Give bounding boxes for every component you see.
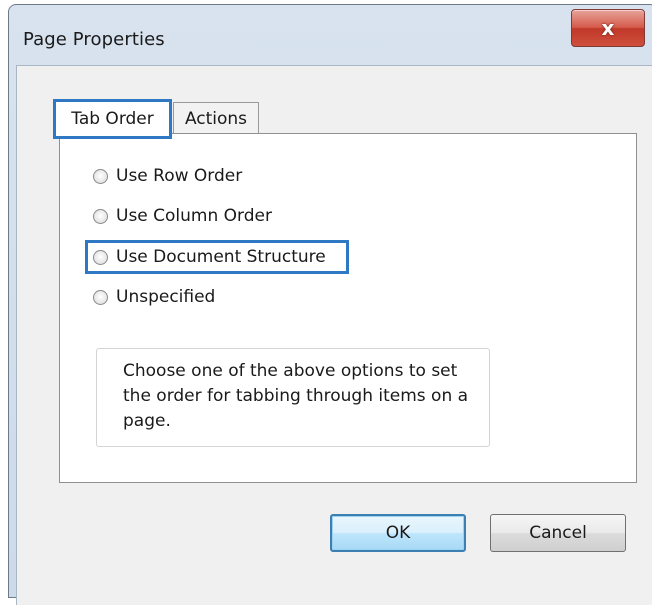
help-text-box: Choose one of the above options to set t…: [96, 348, 490, 447]
close-button[interactable]: x: [571, 9, 645, 47]
radio-button-icon[interactable]: [93, 168, 108, 184]
dialog-client-area: Tab Order Actions Use Row Order Use Colu…: [16, 65, 652, 605]
close-icon: x: [601, 16, 615, 40]
window-title: Page Properties: [23, 29, 165, 50]
ok-button-label: OK: [385, 523, 411, 543]
cancel-button-label: Cancel: [529, 523, 587, 543]
ok-button[interactable]: OK: [330, 514, 466, 552]
tab-label: Actions: [184, 109, 248, 129]
radio-unspecified[interactable]: Unspecified: [93, 283, 215, 311]
tab-label: Tab Order: [71, 109, 154, 129]
tab-actions[interactable]: Actions: [173, 102, 259, 135]
radio-label: Use Row Order: [116, 166, 243, 186]
radio-label: Unspecified: [116, 287, 216, 307]
radio-button-icon[interactable]: [93, 289, 108, 305]
radio-use-document-structure[interactable]: Use Document Structure: [93, 243, 326, 271]
help-text: Choose one of the above options to set t…: [123, 361, 469, 431]
radio-button-icon[interactable]: [93, 208, 108, 224]
tab-tab-order[interactable]: Tab Order: [53, 99, 172, 139]
radio-label: Use Document Structure: [116, 247, 326, 267]
page-properties-window: Page Properties x Tab Order Actions Use …: [8, 4, 652, 605]
radio-button-icon[interactable]: [93, 249, 108, 265]
radio-use-column-order[interactable]: Use Column Order: [93, 202, 272, 230]
cancel-button[interactable]: Cancel: [490, 514, 626, 552]
radio-use-row-order[interactable]: Use Row Order: [93, 162, 242, 190]
radio-label: Use Column Order: [116, 206, 272, 226]
dialog-frame: Page Properties x Tab Order Actions Use …: [0, 0, 652, 605]
